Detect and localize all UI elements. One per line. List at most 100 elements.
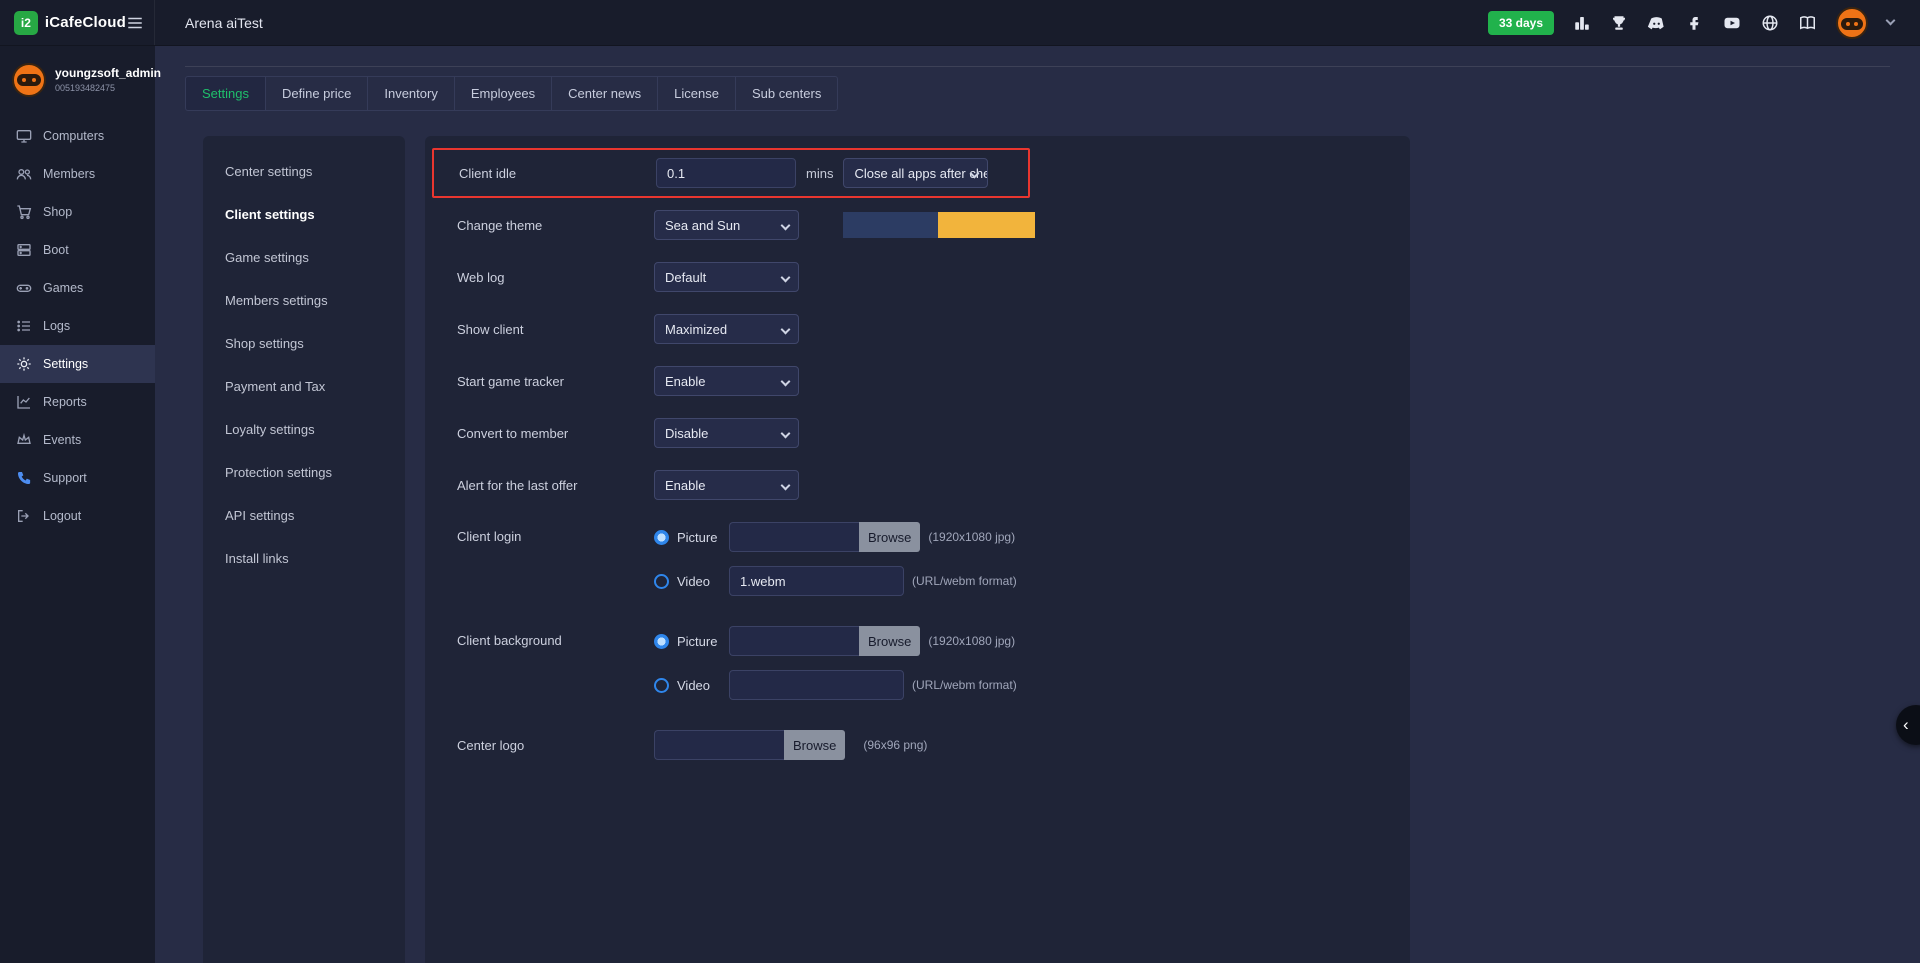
browse-button[interactable]: Browse — [784, 730, 845, 760]
sidebar-item-label: Settings — [43, 357, 88, 371]
youtube-icon[interactable] — [1722, 14, 1742, 32]
ranking-icon[interactable] — [1573, 14, 1591, 32]
book-icon[interactable] — [1798, 14, 1817, 32]
page-title: Arena aiTest — [185, 15, 263, 31]
license-days-badge[interactable]: 33 days — [1488, 11, 1554, 35]
center-logo-row: Center logo Browse (96x96 png) — [457, 730, 1378, 760]
center-logo-input[interactable] — [654, 730, 784, 760]
nav-shop-settings[interactable]: Shop settings — [203, 322, 405, 365]
user-name: youngzsoft_admin — [55, 63, 161, 80]
members-icon — [16, 166, 32, 182]
client-idle-action-select[interactable]: Close all apps after che — [843, 158, 988, 188]
video-radio[interactable] — [654, 678, 669, 693]
sidebar-item-label: Boot — [43, 243, 69, 257]
tab-settings[interactable]: Settings — [185, 76, 266, 111]
logout-icon — [16, 508, 32, 524]
tab-sub-centers[interactable]: Sub centers — [735, 76, 838, 111]
client-background-video-input[interactable] — [729, 670, 904, 700]
sidebar: youngzsoft_admin 005193482475 Computers … — [0, 46, 155, 963]
user-id: 005193482475 — [55, 83, 161, 93]
format-hint: (URL/webm format) — [912, 574, 1017, 588]
select-value: Enable — [665, 374, 705, 389]
sidebar-item-support[interactable]: Support — [0, 459, 155, 497]
field-label: Convert to member — [457, 426, 654, 441]
header-divider — [185, 66, 1890, 67]
alert-offer-select[interactable]: Enable — [654, 470, 799, 500]
phone-icon — [16, 470, 32, 486]
chevron-down-icon[interactable] — [1886, 16, 1896, 26]
client-idle-row: Client idle mins Close all apps after ch… — [459, 158, 988, 188]
convert-member-select[interactable]: Disable — [654, 418, 799, 448]
tab-define-price[interactable]: Define price — [265, 76, 368, 111]
sidebar-item-logout[interactable]: Logout — [0, 497, 155, 535]
sidebar-item-shop[interactable]: Shop — [0, 193, 155, 231]
nav-members-settings[interactable]: Members settings — [203, 279, 405, 322]
sidebar-item-games[interactable]: Games — [0, 269, 155, 307]
hamburger-menu-icon[interactable] — [126, 14, 144, 32]
client-login-video-input[interactable] — [729, 566, 904, 596]
sidebar-item-settings[interactable]: Settings — [0, 345, 155, 383]
browse-button[interactable]: Browse — [859, 522, 920, 552]
radio-label: Video — [677, 678, 729, 693]
chevron-down-icon — [781, 377, 791, 387]
field-label: Client login — [457, 522, 654, 544]
sidebar-item-events[interactable]: Events — [0, 421, 155, 459]
show-client-select[interactable]: Maximized — [654, 314, 799, 344]
video-radio[interactable] — [654, 574, 669, 589]
list-icon — [16, 318, 32, 334]
sidebar-item-computers[interactable]: Computers — [0, 117, 155, 155]
sidebar-item-reports[interactable]: Reports — [0, 383, 155, 421]
sidebar-item-label: Support — [43, 471, 87, 485]
nav-protection-settings[interactable]: Protection settings — [203, 451, 405, 494]
chevron-down-icon — [781, 273, 791, 283]
discord-icon[interactable] — [1647, 14, 1666, 32]
chevron-left-icon: ‹ — [1903, 715, 1909, 735]
boot-icon — [16, 242, 32, 258]
show-client-row: Show client Maximized — [457, 314, 1378, 344]
facebook-icon[interactable] — [1685, 14, 1703, 32]
user-avatar[interactable] — [1836, 7, 1868, 39]
client-idle-input[interactable] — [656, 158, 796, 188]
trophy-icon[interactable] — [1610, 14, 1628, 32]
nav-center-settings[interactable]: Center settings — [203, 150, 405, 193]
sidebar-item-members[interactable]: Members — [0, 155, 155, 193]
tab-license[interactable]: License — [657, 76, 736, 111]
picture-radio[interactable] — [654, 530, 669, 545]
sidebar-item-boot[interactable]: Boot — [0, 231, 155, 269]
web-log-row: Web log Default — [457, 262, 1378, 292]
web-log-select[interactable]: Default — [654, 262, 799, 292]
sidebar-avatar[interactable] — [12, 63, 46, 97]
nav-install-links[interactable]: Install links — [203, 537, 405, 580]
tab-inventory[interactable]: Inventory — [367, 76, 454, 111]
nav-client-settings[interactable]: Client settings — [203, 193, 405, 236]
theme-preview — [843, 212, 1035, 238]
globe-icon[interactable] — [1761, 14, 1779, 32]
sidebar-item-label: Logs — [43, 319, 70, 333]
tab-bar: Settings Define price Inventory Employee… — [186, 76, 838, 111]
sidebar-item-logs[interactable]: Logs — [0, 307, 155, 345]
client-login-row: Client login Picture Browse (1920x1080 j… — [457, 522, 1378, 596]
tab-center-news[interactable]: Center news — [551, 76, 658, 111]
chevron-down-icon — [781, 221, 791, 231]
field-label: Client idle — [459, 166, 656, 181]
nav-game-settings[interactable]: Game settings — [203, 236, 405, 279]
nav-payment-and-tax[interactable]: Payment and Tax — [203, 365, 405, 408]
theme-swatch-yellow — [938, 212, 1035, 238]
cart-icon — [16, 204, 32, 220]
client-background-picture-option: Picture Browse (1920x1080 jpg) — [654, 626, 1017, 656]
nav-api-settings[interactable]: API settings — [203, 494, 405, 537]
nav-loyalty-settings[interactable]: Loyalty settings — [203, 408, 405, 451]
sidebar-item-label: Logout — [43, 509, 81, 523]
picture-radio[interactable] — [654, 634, 669, 649]
format-hint: (96x96 png) — [863, 738, 927, 752]
client-login-picture-input[interactable] — [729, 522, 859, 552]
client-background-picture-input[interactable] — [729, 626, 859, 656]
tab-employees[interactable]: Employees — [454, 76, 552, 111]
theme-select[interactable]: Sea and Sun — [654, 210, 799, 240]
alert-last-offer-row: Alert for the last offer Enable — [457, 470, 1378, 500]
client-background-video-option: Video (URL/webm format) — [654, 670, 1017, 700]
browse-button[interactable]: Browse — [859, 626, 920, 656]
sidebar-item-label: Shop — [43, 205, 72, 219]
avatar-face — [17, 74, 41, 86]
game-tracker-select[interactable]: Enable — [654, 366, 799, 396]
